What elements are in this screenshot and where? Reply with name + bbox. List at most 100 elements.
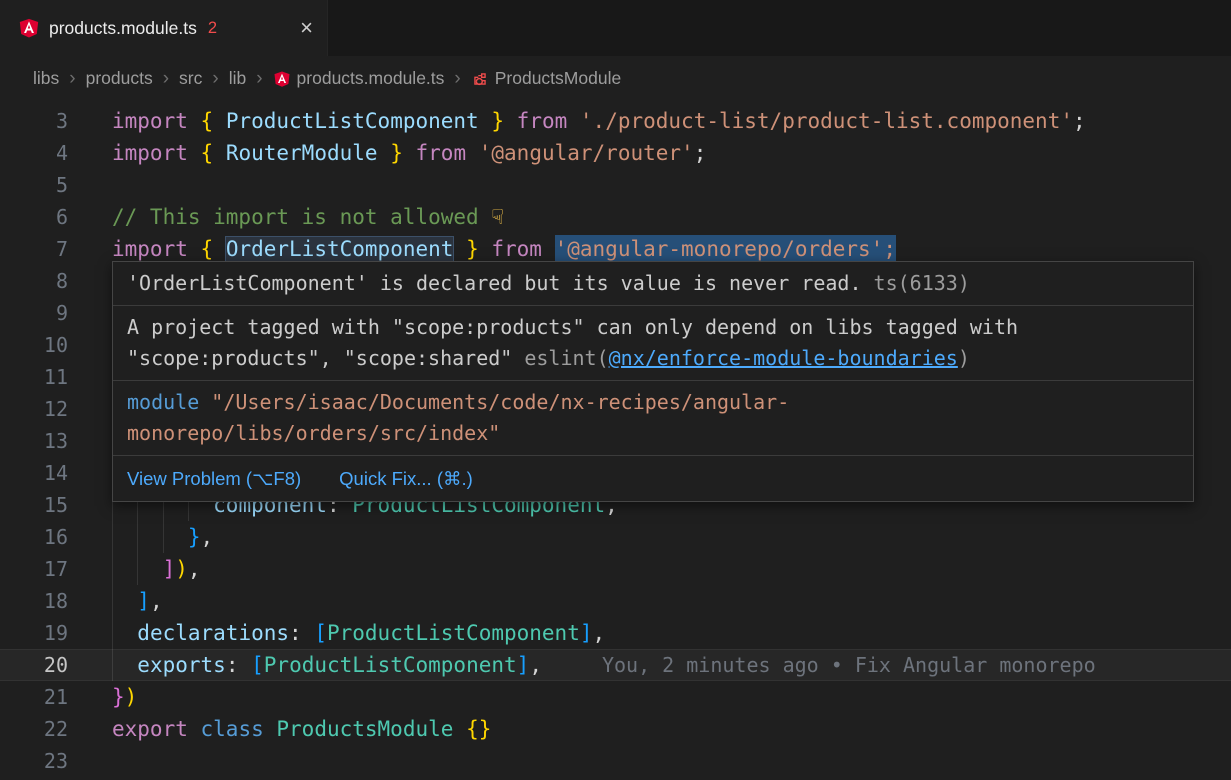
code-token bbox=[504, 109, 517, 133]
code-token bbox=[112, 589, 137, 613]
code-line-3[interactable]: 3 import { ProductListComponent } from '.… bbox=[0, 105, 1231, 137]
line-number: 4 bbox=[0, 137, 68, 169]
breadcrumb-item-file[interactable]: products.module.ts bbox=[273, 68, 445, 89]
line-number: 5 bbox=[0, 169, 68, 201]
code-token: class bbox=[201, 717, 264, 741]
indent-guide bbox=[112, 649, 113, 681]
breadcrumb-label: products bbox=[86, 68, 153, 89]
code-token: import bbox=[112, 237, 188, 261]
code-line-23[interactable]: 23 bbox=[0, 745, 1231, 777]
code-token bbox=[188, 237, 201, 261]
line-number: 13 bbox=[0, 425, 68, 457]
breadcrumb-item-lib[interactable]: lib bbox=[229, 68, 247, 89]
indent-guide bbox=[137, 553, 138, 585]
code-token: ] bbox=[163, 557, 176, 581]
line-content: ], bbox=[112, 585, 1231, 617]
code-token: { bbox=[201, 109, 214, 133]
line-number: 19 bbox=[0, 617, 68, 649]
hover-actions: View Problem (⌥F8) Quick Fix... (⌘.) bbox=[113, 455, 1193, 501]
code-line-18[interactable]: 18 ], bbox=[0, 585, 1231, 617]
breadcrumb-item-libs[interactable]: libs bbox=[33, 68, 59, 89]
code-line-20[interactable]: 20 exports: [ProductListComponent],You, … bbox=[0, 649, 1231, 681]
tab-bar: products.module.ts 2 × bbox=[0, 0, 1231, 56]
line-content bbox=[112, 745, 1231, 777]
view-problem-link[interactable]: View Problem (⌥F8) bbox=[127, 463, 301, 494]
code-token: RouterModule bbox=[226, 141, 378, 165]
line-content: export class ProductsModule {} bbox=[112, 713, 1231, 745]
code-token bbox=[453, 237, 466, 261]
code-line-22[interactable]: 22export class ProductsModule {} bbox=[0, 713, 1231, 745]
eslint-rule-link[interactable]: @nx/enforce-module-boundaries bbox=[609, 346, 958, 370]
indent-guide bbox=[112, 617, 113, 649]
line-number: 21 bbox=[0, 681, 68, 713]
code-token: ] bbox=[580, 621, 593, 645]
line-content: import { RouterModule } from '@angular/r… bbox=[112, 137, 1231, 169]
code-token: ProductListComponent bbox=[264, 653, 517, 677]
line-number: 23 bbox=[0, 745, 68, 777]
tab-problems-badge: 2 bbox=[208, 19, 217, 38]
code-token: } bbox=[390, 141, 403, 165]
code-line-4[interactable]: 4 import { RouterModule } from '@angular/… bbox=[0, 137, 1231, 169]
line-content: declarations: [ProductListComponent], bbox=[112, 617, 1231, 649]
code-line-6[interactable]: 6// This import is not allowed ☟ bbox=[0, 201, 1231, 233]
code-token bbox=[188, 109, 201, 133]
ts-diagnostic-source: ts(6133) bbox=[862, 271, 970, 295]
code-token: declarations bbox=[137, 621, 289, 645]
code-token bbox=[264, 717, 277, 741]
code-token: } bbox=[188, 525, 201, 549]
indent-guide bbox=[163, 521, 164, 553]
chevron-right-icon: › bbox=[211, 68, 219, 90]
code-line-19[interactable]: 19 declarations: [ProductListComponent], bbox=[0, 617, 1231, 649]
code-token: ] bbox=[517, 653, 530, 677]
code-token: OrderListComponent bbox=[226, 237, 454, 261]
breadcrumb-item-symbol[interactable]: ProductsModule bbox=[471, 68, 621, 89]
code-token: exports bbox=[137, 653, 226, 677]
indent-guide bbox=[112, 553, 113, 585]
code-token bbox=[378, 141, 391, 165]
editor[interactable]: 3 import { ProductListComponent } from '.… bbox=[0, 101, 1231, 780]
code-token bbox=[466, 141, 479, 165]
code-token: '@angular/router' bbox=[479, 141, 694, 165]
code-token: , bbox=[529, 653, 542, 677]
breadcrumb-label: ProductsModule bbox=[495, 68, 621, 89]
code-token: from bbox=[517, 109, 568, 133]
ts-diagnostic-message: 'OrderListComponent' is declared but its… bbox=[127, 271, 862, 295]
code-token: ) bbox=[125, 685, 138, 709]
code-token: '@angular-monorepo/orders'; bbox=[555, 235, 896, 263]
code-token bbox=[479, 109, 492, 133]
breadcrumb-item-src[interactable]: src bbox=[179, 68, 202, 89]
line-content: exports: [ProductListComponent],You, 2 m… bbox=[112, 649, 1231, 681]
code-line-17[interactable]: 17 ]), bbox=[0, 553, 1231, 585]
code-token: : bbox=[289, 621, 302, 645]
code-token bbox=[112, 621, 137, 645]
code-token: , bbox=[150, 589, 163, 613]
code-token bbox=[188, 141, 201, 165]
code-token: } bbox=[112, 685, 125, 709]
tab-title: products.module.ts bbox=[49, 18, 197, 39]
tab-products-module[interactable]: products.module.ts 2 × bbox=[0, 0, 328, 56]
code-line-16[interactable]: 16 }, bbox=[0, 521, 1231, 553]
code-line-21[interactable]: 21}) bbox=[0, 681, 1231, 713]
code-token: import bbox=[112, 141, 188, 165]
chevron-right-icon: › bbox=[255, 68, 263, 90]
code-token: [ bbox=[251, 653, 264, 677]
breadcrumb: libs › products › src › lib › products.m… bbox=[0, 56, 1231, 101]
tab-close-button[interactable]: × bbox=[300, 17, 313, 39]
code-token: ProductListComponent bbox=[226, 109, 479, 133]
indent-guide bbox=[112, 521, 113, 553]
breadcrumb-label: libs bbox=[33, 68, 59, 89]
code-line-5[interactable]: 5 bbox=[0, 169, 1231, 201]
line-content: import { ProductListComponent } from './… bbox=[112, 105, 1231, 137]
code-token bbox=[453, 717, 466, 741]
indent-guide bbox=[112, 585, 113, 617]
quick-fix-link[interactable]: Quick Fix... (⌘.) bbox=[339, 463, 473, 494]
eslint-source-suffix: ) bbox=[958, 346, 970, 370]
eslint-message-line1: A project tagged with "scope:products" c… bbox=[127, 315, 1018, 339]
code-token: ; bbox=[1073, 109, 1086, 133]
code-token bbox=[213, 237, 226, 261]
angular-icon bbox=[273, 70, 291, 88]
line-number: 10 bbox=[0, 329, 68, 361]
line-content: }) bbox=[112, 681, 1231, 713]
breadcrumb-item-products[interactable]: products bbox=[86, 68, 153, 89]
line-number: 3 bbox=[0, 105, 68, 137]
